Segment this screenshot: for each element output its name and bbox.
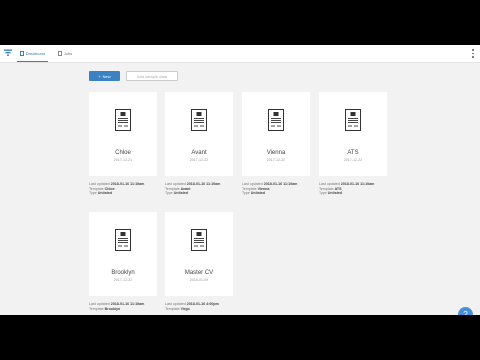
last-updated-value: 2018-01-16 11:10am: [263, 182, 298, 186]
resume-card-avant[interactable]: Avant 2017-12-22: [165, 92, 233, 176]
resume-card-ats[interactable]: ATS 2017-12-22: [319, 92, 387, 176]
card-meta-ats: Last updated 2018-01-16 11:10am Template…: [319, 182, 375, 196]
resume-card-vienna[interactable]: Vienna 2017-12-22: [242, 92, 310, 176]
resume-card-master-cv[interactable]: Master CV 2018-01-09: [165, 212, 233, 296]
more-menu-icon[interactable]: [472, 49, 474, 58]
card-date: 2017-12-22: [266, 158, 286, 162]
tab-dashboard[interactable]: Dashboard: [17, 45, 48, 62]
help-icon: ?: [463, 310, 468, 315]
type-value: Unlisted: [250, 191, 265, 196]
last-updated-value: 2018-01-16 11:10am: [340, 182, 375, 186]
resume-card-brooklyn[interactable]: Brooklyn 2017-12-22: [89, 212, 157, 296]
top-bar: Dashboard Jobs: [0, 45, 480, 63]
card-date: 2017-12-22: [343, 158, 363, 162]
new-button-label: New: [102, 73, 111, 79]
resume-document-icon: [115, 229, 131, 251]
new-resume-button[interactable]: + New: [89, 71, 120, 81]
card-name: ATS: [347, 150, 359, 156]
template-value: Virgo: [180, 306, 190, 311]
resume-document-icon: [268, 109, 284, 131]
last-updated-value: 2018-01-16 11:10am: [186, 182, 221, 186]
card-date: 2017-12-21: [113, 158, 133, 162]
resume-card-chloe[interactable]: Chloe 2017-12-21: [89, 92, 157, 176]
card-date: 2018-01-09: [189, 278, 209, 282]
type-value: Unlisted: [327, 191, 342, 196]
type-value: Unlisted: [97, 191, 112, 196]
filter-logo-icon[interactable]: [4, 49, 12, 57]
tab-jobs-label: Jobs: [63, 50, 73, 56]
type-value: Unlisted: [173, 191, 188, 196]
resume-document-icon: [115, 109, 131, 131]
app-viewport: Dashboard Jobs + New Add sample data Chl…: [0, 45, 480, 315]
add-sample-data-button[interactable]: Add sample data: [126, 71, 178, 81]
card-name: Vienna: [266, 150, 286, 156]
card-meta-avant: Last updated 2018-01-16 11:10am Template…: [165, 182, 221, 196]
resume-document-icon: [191, 109, 207, 131]
tab-jobs[interactable]: Jobs: [55, 45, 75, 61]
last-updated-value: 2018-01-16 4:00pm: [186, 302, 219, 306]
template-value: ATS: [334, 186, 342, 191]
template-value: Brooklyn: [104, 306, 121, 311]
tab-dashboard-label: Dashboard: [25, 50, 46, 56]
card-date: 2017-12-22: [189, 158, 209, 162]
card-name: Master CV: [184, 270, 214, 276]
last-updated-value: 2018-01-16 11:10am: [110, 302, 145, 306]
card-meta-master-cv: Last updated 2018-01-16 4:00pm Template …: [165, 302, 219, 311]
template-value: Chloe: [104, 186, 115, 191]
template-value: Vienna: [257, 186, 270, 191]
card-name: Brooklyn: [111, 270, 135, 276]
card-name: Avant: [191, 150, 207, 156]
resume-document-icon: [345, 109, 361, 131]
help-button[interactable]: ?: [458, 307, 473, 315]
card-meta-brooklyn: Last updated 2018-01-16 11:10am Template…: [89, 302, 145, 311]
last-updated-value: 2018-01-16 11:10am: [110, 182, 145, 186]
card-meta-chloe: Last updated 2018-01-16 11:10am Template…: [89, 182, 145, 196]
card-date: 2017-12-22: [113, 278, 133, 282]
card-name: Chloe: [115, 150, 131, 156]
sample-button-label: Add sample data: [136, 73, 168, 79]
resume-document-icon: [191, 229, 207, 251]
dashboard-icon: [19, 50, 24, 56]
jobs-icon: [57, 50, 62, 56]
card-meta-vienna: Last updated 2018-01-16 11:10am Template…: [242, 182, 298, 196]
template-value: Avant: [180, 186, 191, 191]
plus-icon: +: [98, 73, 101, 79]
